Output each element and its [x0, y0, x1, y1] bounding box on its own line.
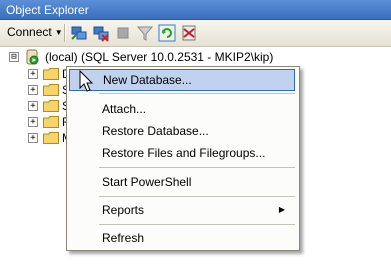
- filter-icon[interactable]: [136, 24, 154, 42]
- sql-server-icon: [26, 49, 39, 65]
- tree-node-server[interactable]: ⊟ (local) (SQL Server 10.0.2531 - MKIP2\…: [0, 49, 391, 65]
- tree-node-server-label[interactable]: (local) (SQL Server 10.0.2531 - MKIP2\ki…: [45, 50, 273, 64]
- menu-separator: [99, 93, 295, 94]
- menu-item-reports-label: Reports: [102, 203, 145, 217]
- connect-label: Connect: [7, 25, 52, 39]
- menu-item-start-powershell[interactable]: Start PowerShell: [69, 171, 295, 193]
- menu-separator: [99, 196, 295, 197]
- disconnect-icon[interactable]: [92, 24, 110, 42]
- expand-icon[interactable]: +: [28, 101, 38, 111]
- menu-separator: [99, 167, 295, 168]
- folder-icon: [43, 116, 59, 128]
- toolbar-separator: [64, 24, 66, 42]
- folder-icon: [43, 68, 59, 80]
- folder-icon: [43, 84, 59, 96]
- menu-item-reports[interactable]: Reports ▶: [69, 199, 295, 221]
- connect-object-explorer-icon[interactable]: [70, 24, 88, 42]
- collapse-icon[interactable]: ⊟: [9, 52, 19, 62]
- folder-icon: [43, 132, 59, 144]
- object-explorer-title-bar: Object Explorer: [0, 0, 391, 20]
- object-explorer-toolbar: Connect ▼: [0, 20, 391, 47]
- submenu-arrow-icon: ▶: [278, 205, 285, 214]
- stop-icon[interactable]: [114, 24, 132, 42]
- context-menu: New Database... Attach... Restore Databa…: [66, 66, 300, 251]
- mouse-pointer-icon: [79, 70, 94, 92]
- connect-button[interactable]: Connect ▼: [4, 24, 66, 41]
- expand-icon[interactable]: +: [28, 133, 38, 143]
- menu-separator: [99, 224, 295, 225]
- refresh-icon[interactable]: [158, 24, 176, 42]
- menu-item-refresh[interactable]: Refresh: [69, 227, 295, 249]
- expand-icon[interactable]: +: [28, 117, 38, 127]
- chevron-down-icon[interactable]: ▼: [55, 28, 63, 37]
- expand-icon[interactable]: +: [28, 69, 38, 79]
- menu-item-restore-database[interactable]: Restore Database...: [69, 120, 295, 142]
- folder-icon: [43, 100, 59, 112]
- menu-item-attach[interactable]: Attach...: [69, 98, 295, 120]
- menu-item-new-database[interactable]: New Database...: [69, 69, 295, 91]
- window-title: Object Explorer: [6, 3, 89, 17]
- registered-servers-icon[interactable]: [180, 24, 198, 42]
- menu-item-restore-files-filegroups[interactable]: Restore Files and Filegroups...: [69, 142, 295, 164]
- expand-icon[interactable]: +: [28, 85, 38, 95]
